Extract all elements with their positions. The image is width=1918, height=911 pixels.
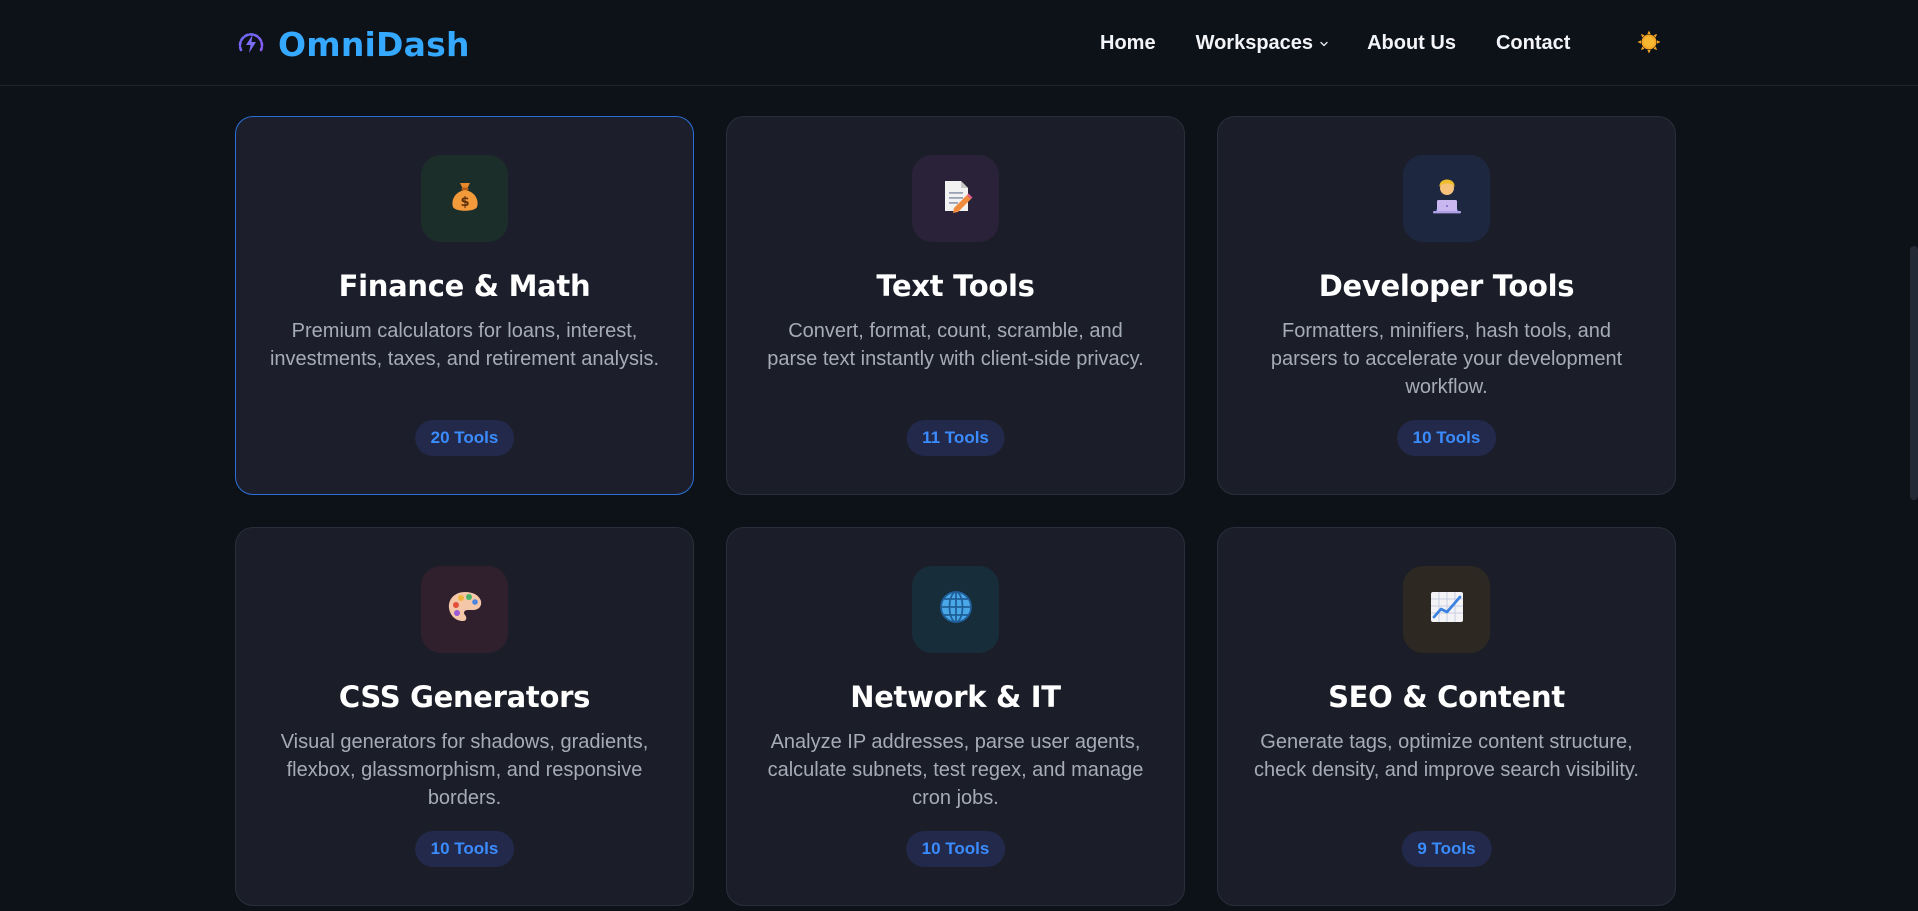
chevron-down-icon	[1319, 32, 1329, 55]
card-icon-box: $	[421, 155, 508, 242]
globe-icon	[936, 587, 976, 632]
card-title: Text Tools	[876, 269, 1035, 303]
nav-contact-link[interactable]: Contact	[1496, 32, 1570, 55]
theme-toggle-button[interactable]	[1635, 30, 1663, 58]
card-icon-box	[1403, 566, 1490, 653]
page-scrollbar[interactable]	[1910, 246, 1918, 500]
brand-name: OmniDash	[278, 24, 470, 64]
nav-workspaces-label: Workspaces	[1195, 31, 1314, 54]
workspace-card-developer[interactable]: Developer Tools Formatters, minifiers, h…	[1217, 116, 1676, 495]
card-description: Formatters, minifiers, hash tools, and p…	[1270, 320, 1623, 398]
workspace-card-text[interactable]: Text Tools Convert, format, count, scram…	[726, 116, 1185, 495]
nav-workspaces-dropdown[interactable]: Workspaces	[1196, 32, 1329, 55]
card-description: Premium calculators for loans, interest,…	[269, 320, 660, 370]
card-title: SEO & Content	[1328, 680, 1565, 714]
bolt-gauge-icon	[236, 29, 266, 59]
nav-home-link[interactable]: Home	[1100, 32, 1156, 55]
chart-increasing-icon	[1427, 587, 1467, 632]
workspace-card-seo[interactable]: SEO & Content Generate tags, optimize co…	[1217, 527, 1676, 906]
brand-logo-link[interactable]: OmniDash	[236, 22, 470, 66]
card-description: Visual generators for shadows, gradients…	[280, 731, 649, 809]
technologist-icon	[1427, 176, 1467, 221]
card-title: CSS Generators	[338, 680, 591, 714]
tool-count-badge: 20 Tools	[414, 420, 515, 456]
workspace-card-network[interactable]: Network & IT Analyze IP addresses, parse…	[726, 527, 1185, 906]
top-navbar: OmniDash Home Workspaces About Us Contac…	[0, 0, 1918, 86]
money-bag-icon: $	[446, 177, 484, 220]
tool-count-badge: 10 Tools	[414, 831, 515, 867]
card-description: Analyze IP addresses, parse user agents,…	[767, 731, 1144, 809]
tool-count-badge: 11 Tools	[906, 420, 1005, 456]
tool-count-badge: 9 Tools	[1401, 831, 1492, 867]
card-icon-box	[421, 566, 508, 653]
tool-count-badge: 10 Tools	[1396, 420, 1497, 456]
card-icon-box	[912, 566, 999, 653]
memo-icon	[937, 177, 975, 220]
tool-count-badge: 10 Tools	[905, 831, 1006, 867]
workspace-cards-grid: $ Finance & Math Premium calculators for…	[235, 116, 1676, 906]
card-icon-box	[912, 155, 999, 242]
card-icon-box	[1403, 155, 1490, 242]
workspace-card-finance[interactable]: $ Finance & Math Premium calculators for…	[235, 116, 694, 495]
main-nav: Home Workspaces About Us Contact	[1100, 26, 1570, 60]
card-description: Convert, format, count, scramble, and pa…	[767, 320, 1144, 370]
card-title: Finance & Math	[338, 269, 591, 303]
sun-icon	[1636, 29, 1662, 60]
nav-about-link[interactable]: About Us	[1367, 32, 1456, 55]
palette-icon	[445, 587, 485, 632]
card-title: Developer Tools	[1318, 269, 1575, 303]
workspace-card-css[interactable]: CSS Generators Visual generators for sha…	[235, 527, 694, 906]
svg-text:$: $	[460, 195, 469, 210]
card-description: Generate tags, optimize content structur…	[1254, 731, 1639, 781]
card-title: Network & IT	[850, 680, 1061, 714]
